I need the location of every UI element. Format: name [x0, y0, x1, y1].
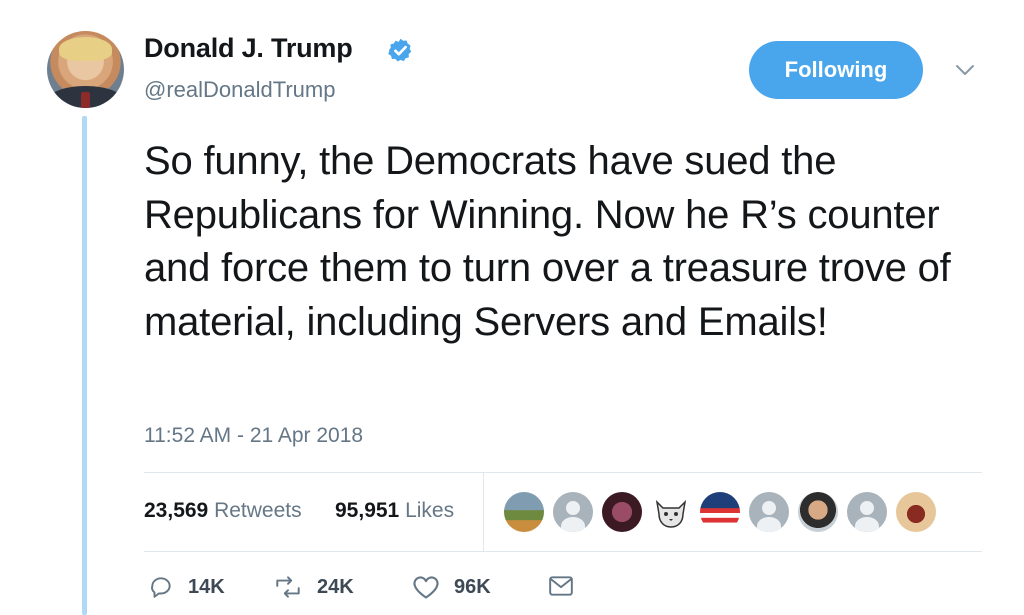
verified-badge-icon: [388, 38, 412, 62]
retweets-label: Retweets: [214, 499, 302, 522]
cat-icon: [655, 499, 687, 528]
liker-avatar-cat[interactable]: [651, 492, 691, 532]
following-button[interactable]: Following: [749, 41, 923, 99]
like-button[interactable]: 96K: [412, 574, 491, 600]
retweet-count: 24K: [317, 575, 354, 598]
liker-avatar-default[interactable]: [749, 492, 789, 532]
liker-avatar-flag[interactable]: [700, 492, 740, 532]
tweet-timestamp[interactable]: 11:52 AM - 21 Apr 2018: [144, 424, 363, 448]
likes-stat[interactable]: 95,951 Likes: [335, 499, 454, 523]
thread-line: [82, 116, 87, 615]
direct-message-button[interactable]: [548, 574, 574, 598]
tweet-text: So funny, the Democrats have sued the Re…: [144, 139, 951, 344]
liker-avatar[interactable]: [798, 492, 838, 532]
chevron-down-icon[interactable]: [953, 58, 977, 82]
reply-count: 14K: [188, 575, 225, 598]
avatar-tie: [81, 92, 90, 108]
retweet-icon: [276, 576, 300, 598]
retweet-button[interactable]: 24K: [273, 574, 354, 600]
likes-count: 95,951: [335, 499, 400, 522]
liker-avatar[interactable]: [602, 492, 642, 532]
profile-name[interactable]: Donald J. Trump: [144, 33, 353, 64]
reply-icon: [151, 577, 171, 598]
avatar-hair: [59, 37, 112, 61]
liker-avatar-default[interactable]: [847, 492, 887, 532]
divider-top: [144, 472, 982, 473]
like-count: 96K: [454, 575, 491, 598]
retweets-count: 23,569: [144, 499, 209, 522]
heart-icon: [413, 576, 439, 599]
retweets-stat[interactable]: 23,569 Retweets: [144, 499, 302, 523]
profile-handle[interactable]: @realDonaldTrump: [144, 77, 335, 103]
likes-label: Likes: [405, 499, 455, 522]
liker-avatars: [504, 492, 936, 532]
liker-avatar-default[interactable]: [553, 492, 593, 532]
divider-bottom: [144, 551, 982, 552]
liker-avatar[interactable]: [896, 492, 936, 532]
envelope-icon: [549, 576, 573, 596]
profile-avatar[interactable]: [47, 31, 124, 108]
liker-avatar[interactable]: [504, 492, 544, 532]
reply-button[interactable]: 14K: [148, 574, 225, 600]
divider-vertical: [483, 473, 484, 551]
